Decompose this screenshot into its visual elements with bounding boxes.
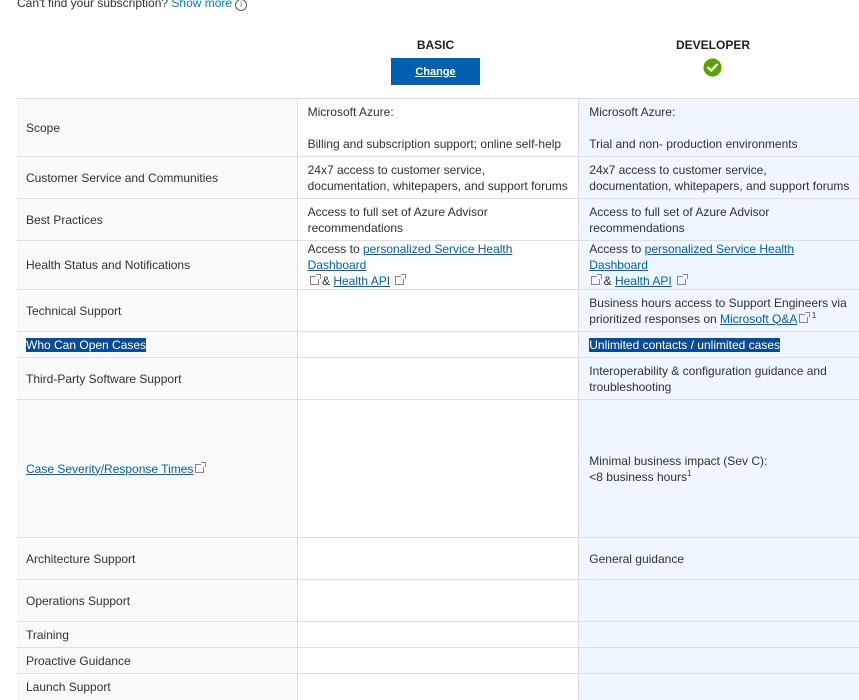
- row-label-best-practices: Best Practices: [17, 198, 298, 241]
- row-label-architecture-support: Architecture Support: [17, 537, 298, 580]
- table-row: Launch Support: [17, 673, 859, 700]
- row-label-third-party-support: Third-Party Software Support: [17, 357, 298, 400]
- basic-cell: [296, 537, 579, 580]
- row-label-training: Training: [17, 621, 298, 648]
- table-row: Health Status and Notifications Access t…: [17, 240, 859, 290]
- basic-cell: [296, 357, 579, 400]
- developer-scope-line1: Microsoft Azure:: [589, 104, 676, 119]
- row-label-case-severity: Case Severity/Response Times: [17, 399, 298, 538]
- check-circle-icon: [703, 58, 722, 77]
- basic-cell: [296, 289, 579, 332]
- basic-cell: Microsoft Azure: Billing and subscriptio…: [296, 98, 579, 157]
- developer-cell: [578, 621, 859, 648]
- table-row: Proactive Guidance: [17, 647, 859, 674]
- footnote-marker: 1: [687, 468, 692, 478]
- basic-cell: [296, 647, 579, 674]
- developer-cell: Minimal business impact (Sev C): <8 busi…: [578, 399, 859, 538]
- basic-cell: [296, 673, 579, 700]
- table-row: Architecture Support General guidance: [17, 537, 859, 580]
- developer-cell: Unlimited contacts / unlimited cases: [578, 331, 859, 358]
- basic-cell: [296, 621, 579, 648]
- developer-cell: 24x7 access to customer service, documen…: [578, 156, 859, 199]
- basic-scope-line2: Billing and subscription support; online…: [307, 136, 562, 151]
- basic-cell: Access to full set of Azure Advisor reco…: [296, 198, 579, 241]
- row-label-scope: Scope: [17, 98, 298, 157]
- external-link-icon: [799, 311, 811, 323]
- severity-c-text: Minimal business impact (Sev C):: [589, 453, 768, 468]
- access-to-text: Access to: [307, 242, 360, 256]
- developer-cell: [578, 579, 859, 622]
- row-label-operations-support: Operations Support: [17, 579, 298, 622]
- developer-cell: Access to full set of Azure Advisor reco…: [578, 198, 859, 241]
- selected-text: Unlimited contacts / unlimited cases: [589, 337, 781, 352]
- developer-cell: Business hours access to Support Enginee…: [578, 289, 859, 332]
- basic-scope-line1: Microsoft Azure:: [307, 104, 394, 119]
- table-row: Technical Support Business hours access …: [17, 289, 859, 332]
- developer-cell: Microsoft Azure: Trial and non- producti…: [578, 98, 859, 157]
- basic-cell: [296, 579, 579, 622]
- developer-cell: Access to personalized Service Health Da…: [578, 240, 859, 290]
- footnote-marker: 1: [811, 310, 817, 320]
- basic-cell: 24x7 access to customer service, documen…: [296, 156, 579, 199]
- health-api-link[interactable]: Health API: [615, 274, 672, 288]
- table-row: Third-Party Software Support Interoperab…: [17, 357, 859, 400]
- basic-cell: [296, 399, 579, 538]
- response-time-line: <8 business hours1: [589, 469, 850, 485]
- external-link-icon: [309, 274, 321, 285]
- external-link-icon: [195, 461, 207, 473]
- developer-cell: Interoperability & configuration guidanc…: [578, 357, 859, 400]
- selected-text: Who Can Open Cases: [26, 337, 147, 352]
- table-row: Operations Support: [17, 579, 859, 622]
- subscription-prompt: Can't find your subscription? Show more i: [17, 0, 248, 11]
- table-row: Best Practices Access to full set of Azu…: [17, 198, 859, 241]
- external-link-icon: [591, 274, 603, 285]
- case-severity-link[interactable]: Case Severity/Response Times: [26, 462, 193, 476]
- row-label-technical-support: Technical Support: [17, 289, 298, 332]
- row-label-who-can-open-cases: Who Can Open Cases: [17, 331, 298, 358]
- ampersand-text: &: [603, 274, 612, 288]
- external-link-icon: [395, 274, 407, 285]
- show-more-link[interactable]: Show more: [171, 0, 232, 10]
- table-row: Scope Microsoft Azure: Billing and subsc…: [17, 98, 859, 157]
- change-plan-button[interactable]: Change: [391, 58, 480, 85]
- developer-scope-line2: Trial and non- production environments: [589, 136, 798, 151]
- table-row: Customer Service and Communities 24x7 ac…: [17, 156, 859, 199]
- row-label-proactive-guidance: Proactive Guidance: [17, 647, 298, 674]
- row-label-health-status: Health Status and Notifications: [17, 240, 298, 290]
- subscription-question: Can't find your subscription?: [17, 0, 169, 10]
- table-row: Training: [17, 621, 859, 648]
- developer-cell: General guidance: [578, 537, 859, 580]
- table-row: Who Can Open Cases Unlimited contacts / …: [17, 331, 859, 358]
- health-api-link[interactable]: Health API: [333, 274, 390, 288]
- response-time-text: <8 business hours: [589, 469, 687, 484]
- ampersand-text: &: [321, 274, 330, 288]
- basic-cell: Access to personalized Service Health Da…: [296, 240, 579, 290]
- basic-cell: [296, 331, 579, 358]
- access-to-text: Access to: [589, 242, 642, 256]
- developer-cell: [578, 647, 859, 674]
- developer-plan-header: DEVELOPER: [675, 38, 750, 52]
- row-label-customer-service: Customer Service and Communities: [17, 156, 298, 199]
- external-link-icon: [677, 274, 689, 285]
- microsoft-qa-link[interactable]: Microsoft Q&A: [720, 312, 797, 326]
- support-plan-comparison-table: Scope Microsoft Azure: Billing and subsc…: [17, 98, 859, 700]
- table-row: Case Severity/Response Times Minimal bus…: [17, 399, 859, 538]
- developer-cell: [578, 673, 859, 700]
- basic-plan-header: BASIC: [416, 38, 455, 52]
- row-label-launch-support: Launch Support: [17, 673, 298, 700]
- info-icon[interactable]: i: [235, 0, 248, 11]
